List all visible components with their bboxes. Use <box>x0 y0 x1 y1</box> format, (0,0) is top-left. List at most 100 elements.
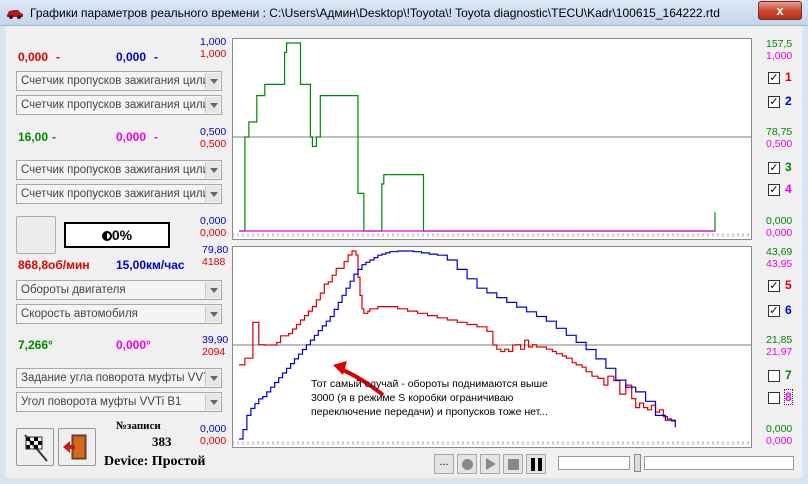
top-right-axis-bot-green: 0,000 <box>766 215 793 227</box>
ch5-param-text: Обороты двигателя <box>21 284 126 296</box>
annotation-text: Тот самый случай - обороты поднимаются в… <box>311 378 549 418</box>
top-left-axis-mid-blue: 0,500 <box>200 126 227 138</box>
checkbox-ch3-row: ✓ 3 <box>766 160 800 176</box>
ch8-param-select[interactable]: Угол поворота муфты VVTi B1 <box>16 392 222 412</box>
bottom-right-axis-top-green: 43,69 <box>766 246 793 258</box>
checkbox-ch5-row: ✓ 5 <box>766 278 800 294</box>
checkbox-ch8-label: 8 <box>784 389 793 405</box>
x-ticks <box>233 233 749 237</box>
title-bar: Графики параметров реального времени : C… <box>0 0 808 26</box>
ch1-param-select[interactable]: Счетчик пропусков зажигания цили <box>16 71 222 91</box>
top-right-axis-bot-magenta: 0,000 <box>766 227 793 239</box>
position-slider-thumb[interactable] <box>634 454 641 472</box>
play-icon <box>486 458 496 470</box>
chevron-down-icon <box>205 97 220 113</box>
bottom-right-axis-mid-green: 21,85 <box>766 334 793 346</box>
bottom-left-axis-mid-blue: 39,90 <box>202 334 229 346</box>
top-chart-svg <box>233 42 751 237</box>
pause-button[interactable] <box>526 454 546 474</box>
chevron-down-icon <box>205 306 220 322</box>
chevron-down-icon <box>205 394 220 410</box>
ch7-param-text: Задание угла поворота муфты VVTi <box>21 372 205 384</box>
ch8-param-text: Угол поворота муфты VVTi B1 <box>21 396 182 408</box>
checkbox-ch1[interactable]: ✓ <box>768 72 780 84</box>
chevron-down-icon <box>205 370 220 386</box>
checkbox-ch4-label: 4 <box>785 182 792 196</box>
checkbox-ch6-row: ✓ 6 <box>766 303 800 319</box>
records-value: 383 <box>152 434 172 449</box>
dots-button[interactable]: ... <box>434 454 454 474</box>
bottom-right-axis-bot-magenta: 0,000 <box>766 435 793 447</box>
bottom-right-axis-mid-magenta: 21,97 <box>766 346 793 358</box>
ch4-param-select[interactable]: Счетчик пропусков зажигания цили <box>16 184 222 204</box>
ch3-unit-dash: - <box>52 130 56 144</box>
ch7-param-select[interactable]: Задание угла поворота муфты VVTi <box>16 368 222 388</box>
checkbox-ch5[interactable]: ✓ <box>768 280 780 292</box>
bottom-left-axis-top-red: 4188 <box>202 256 226 268</box>
bottom-right-axis-bot-green: 0,000 <box>766 423 793 435</box>
top-left-axis-bot-blue: 0,000 <box>200 215 227 227</box>
bottom-left-axis-bot-blue: 0,000 <box>200 423 227 435</box>
ch2-param-text: Счетчик пропусков зажигания цили <box>21 99 205 111</box>
records-label: №записи <box>116 420 161 432</box>
speed-slider-track[interactable] <box>558 456 630 470</box>
ch5-param-select[interactable]: Обороты двигателя <box>16 280 222 300</box>
checkbox-ch3[interactable]: ✓ <box>768 162 780 174</box>
ch2-value: 0,000 <box>116 50 147 64</box>
ch3-param-select[interactable]: Счетчик пропусков зажигания цили <box>16 160 222 180</box>
rpm-value: 868,8об/мин <box>18 258 90 272</box>
exit-door-button[interactable] <box>58 428 96 466</box>
chevron-down-icon <box>205 186 220 202</box>
stop-button[interactable] <box>503 454 523 474</box>
top-left-axis-top-blue: 1,000 <box>200 36 227 48</box>
checkbox-ch2[interactable]: ✓ <box>768 96 780 108</box>
ch6-param-text: Скорость автомобиля <box>21 308 138 320</box>
checkbox-ch8[interactable] <box>768 392 780 404</box>
ch1-unit-dash: - <box>56 50 60 64</box>
ch1-value: 0,000 <box>18 50 49 64</box>
ch6-param-select[interactable]: Скорость автомобиля <box>16 304 222 324</box>
ch4-unit-dash: - <box>154 130 158 144</box>
bottom-left-axis-top-blue: 79,80 <box>202 244 229 256</box>
checkbox-ch2-row: ✓ 2 <box>766 94 800 110</box>
top-left-axis-top-red: 1,000 <box>200 48 227 60</box>
checkbox-ch3-label: 3 <box>785 160 792 174</box>
vvt-target-value: 7,266° <box>18 338 53 352</box>
bottom-left-axis-bot-red: 0,000 <box>200 435 227 447</box>
ch1-param-text: Счетчик пропусков зажигания цили <box>21 75 205 87</box>
record-button[interactable] <box>457 454 477 474</box>
top-chart <box>232 38 752 240</box>
chevron-down-icon <box>205 73 220 89</box>
vvt-angle-value: 0,000° <box>116 338 151 352</box>
pause-icon <box>531 458 535 471</box>
checkbox-ch5-label: 5 <box>785 278 792 292</box>
ch2-unit-dash: - <box>154 50 158 64</box>
speed-value: 15,00км/час <box>116 258 185 272</box>
ch3-value: 16,00 <box>18 130 49 144</box>
x-ticks <box>233 441 749 445</box>
progress-percent: 0% <box>64 222 170 248</box>
checkbox-ch4-row: ✓ 4 <box>766 182 800 198</box>
chevron-down-icon <box>205 162 220 178</box>
record-icon <box>462 459 473 470</box>
close-button[interactable]: x <box>758 1 802 20</box>
top-left-axis-bot-red: 0,000 <box>200 227 227 239</box>
checkbox-ch7-label: 7 <box>785 368 792 382</box>
bottom-right-axis-top-magenta: 43,95 <box>766 258 793 270</box>
position-slider-track[interactable] <box>644 456 794 470</box>
checkbox-ch4[interactable]: ✓ <box>768 184 780 196</box>
ch2-param-select[interactable]: Счетчик пропусков зажигания цили <box>16 95 222 115</box>
chevron-down-icon <box>205 282 220 298</box>
checkbox-ch6[interactable]: ✓ <box>768 305 780 317</box>
top-left-axis-mid-red: 0,500 <box>200 138 227 150</box>
app-car-icon <box>7 10 23 19</box>
checkbox-ch7[interactable] <box>768 370 780 382</box>
percent-text: 0% <box>111 227 133 243</box>
checkbox-ch2-label: 2 <box>785 94 792 108</box>
race-flag-button[interactable] <box>16 428 54 466</box>
play-button[interactable] <box>480 454 500 474</box>
checkbox-ch7-row: 7 <box>766 368 800 384</box>
blank-square-button[interactable] <box>16 216 56 254</box>
stop-icon <box>508 459 519 470</box>
ch3-param-text: Счетчик пропусков зажигания цили <box>21 164 205 176</box>
